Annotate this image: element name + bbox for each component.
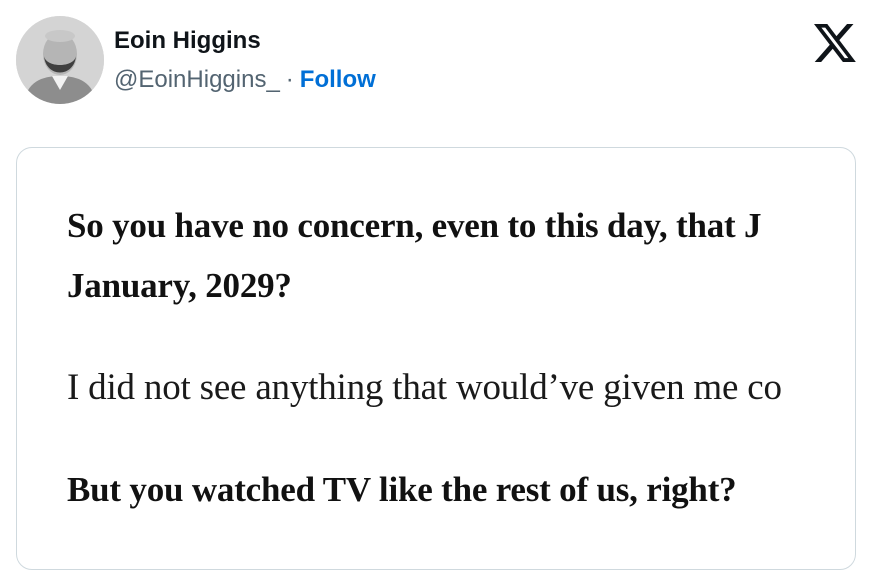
avatar[interactable] — [16, 16, 104, 104]
separator-dot: · — [285, 66, 294, 93]
avatar-photo — [16, 16, 104, 104]
tweet-header: Eoin Higgins @EoinHiggins_ · Follow — [0, 0, 876, 130]
quote-line-question-1-cont: January, 2029? — [67, 266, 292, 305]
quote-image-card[interactable]: So you have no concern, even to this day… — [16, 147, 856, 570]
handle-row: @EoinHiggins_ · Follow — [114, 64, 376, 96]
quote-line-question-1: So you have no concern, even to this day… — [67, 206, 762, 245]
x-logo-icon[interactable] — [814, 24, 856, 62]
follow-button[interactable]: Follow — [300, 66, 376, 93]
author-handle[interactable]: @EoinHiggins_ — [114, 66, 280, 93]
quote-line-question-2: But you watched TV like the rest of us, … — [67, 470, 737, 509]
author-name[interactable]: Eoin Higgins — [114, 26, 261, 56]
quote-line-answer-1: I did not see anything that would’ve giv… — [67, 367, 782, 408]
